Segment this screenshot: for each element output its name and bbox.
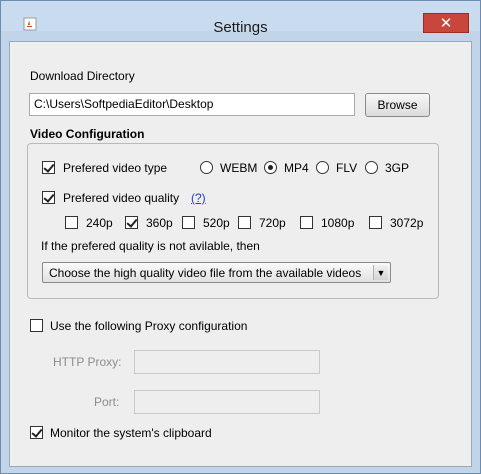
title-bar[interactable]: Settings ✕: [1, 1, 480, 36]
monitor-clipboard-label: Monitor the system's clipboard: [50, 426, 212, 440]
quality-240p-checkbox[interactable]: [65, 216, 78, 229]
quality-360p-checkbox[interactable]: [125, 216, 138, 229]
quality-3072p-checkbox[interactable]: [369, 216, 382, 229]
video-configuration-heading: Video Configuration: [30, 127, 145, 141]
settings-window: Settings ✕ Download Directory C:\Users\S…: [0, 0, 481, 474]
port-label: Port:: [94, 395, 120, 409]
quality-360p-label: 360p: [146, 216, 173, 230]
prefered-video-type-checkbox[interactable]: [42, 161, 55, 174]
chevron-down-icon: ▼: [373, 265, 388, 280]
fallback-dropdown-value: Choose the high quality video file from …: [49, 266, 362, 280]
quality-720p-checkbox[interactable]: [238, 216, 251, 229]
browse-button[interactable]: Browse: [365, 93, 430, 117]
quality-3072p-label: 3072p: [390, 216, 424, 230]
use-proxy-checkbox[interactable]: [30, 319, 43, 332]
quality-520p-label: 520p: [203, 216, 230, 230]
radio-mp4[interactable]: [264, 161, 277, 174]
download-directory-input[interactable]: C:\Users\SoftpediaEditor\Desktop: [29, 93, 355, 116]
prefered-video-type-label: Prefered video type: [63, 161, 168, 175]
monitor-clipboard-checkbox[interactable]: [30, 426, 43, 439]
radio-flv[interactable]: [316, 161, 329, 174]
radio-flv-label: FLV: [336, 161, 358, 175]
radio-mp4-label: MP4: [284, 161, 309, 175]
quality-720p-label: 720p: [259, 216, 286, 230]
download-directory-label: Download Directory: [30, 69, 135, 83]
radio-webm-label: WEBM: [220, 161, 258, 175]
http-proxy-label: HTTP Proxy:: [53, 355, 122, 369]
radio-3gp-label: 3GP: [385, 161, 410, 175]
http-proxy-input[interactable]: [134, 350, 320, 374]
fallback-label: If the prefered quality is not avilable,…: [41, 239, 260, 253]
quality-240p-label: 240p: [86, 216, 113, 230]
prefered-video-quality-label: Prefered video quality: [63, 191, 180, 205]
radio-webm[interactable]: [200, 161, 213, 174]
radio-3gp[interactable]: [365, 161, 378, 174]
quality-help-link[interactable]: (?): [191, 191, 206, 205]
prefered-video-quality-checkbox[interactable]: [42, 191, 55, 204]
use-proxy-label: Use the following Proxy configuration: [50, 319, 248, 333]
close-button[interactable]: ✕: [423, 13, 469, 33]
quality-520p-checkbox[interactable]: [182, 216, 195, 229]
quality-1080p-checkbox[interactable]: [300, 216, 313, 229]
window-title: Settings: [213, 19, 268, 36]
quality-1080p-label: 1080p: [321, 216, 355, 230]
fallback-dropdown[interactable]: Choose the high quality video file from …: [42, 262, 391, 283]
port-input[interactable]: [134, 390, 320, 414]
close-icon: ✕: [439, 14, 453, 32]
